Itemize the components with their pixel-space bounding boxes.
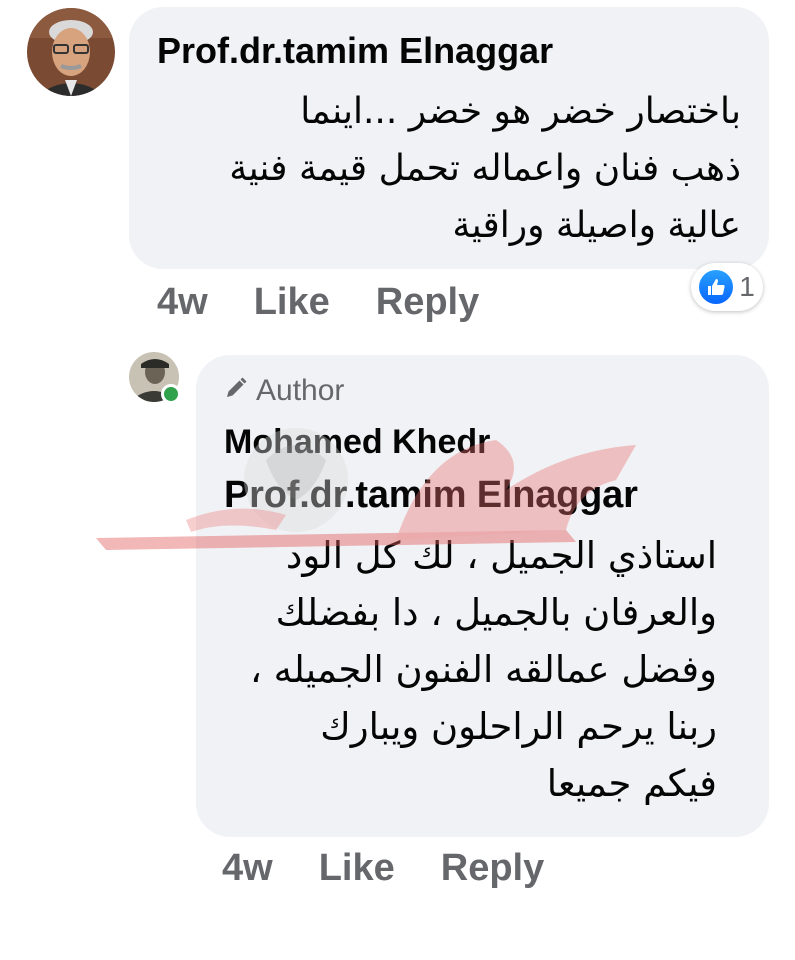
reply-actions: 4w Like Reply	[222, 846, 544, 890]
reply-button[interactable]: Reply	[441, 846, 544, 890]
like-button[interactable]: Like	[254, 280, 330, 324]
avatar[interactable]	[27, 8, 115, 96]
reply-bubble: Author Mohamed Khedr Prof.dr.tamim Elnag…	[196, 355, 769, 837]
avatar[interactable]	[129, 352, 181, 404]
reply-button[interactable]: Reply	[376, 280, 479, 324]
reply-text-line: استاذي الجميل ، لك كل الود	[285, 534, 717, 577]
comment-text-line: باختصار خضر هو خضر ...اينما	[300, 91, 741, 132]
reply-text-line: ربنا يرحم الراحلون ويبارك	[320, 705, 717, 748]
reaction-count: 1	[739, 271, 755, 302]
reply-text-line: وفضل عمالقه الفنون الجميله ،	[249, 648, 717, 691]
comment-author-name[interactable]: Prof.dr.tamim Elnaggar	[157, 29, 741, 73]
online-status-indicator	[161, 384, 181, 404]
comment-bubble: Prof.dr.tamim Elnaggar باختصار خضر هو خض…	[129, 7, 769, 269]
reply-text-line: فيكم جميعا	[546, 762, 717, 805]
reply-author-name[interactable]: Mohamed Khedr	[224, 419, 741, 465]
reply-text: استاذي الجميل ، لك كل الود والعرفان بالج…	[224, 527, 741, 812]
comment-text-line: عالية واصيلة وراقية	[452, 205, 741, 246]
mention-link[interactable]: Prof.dr.tamim Elnaggar	[224, 471, 741, 519]
comment-timestamp[interactable]: 4w	[157, 280, 208, 324]
comment-text: باختصار خضر هو خضر ...اينما ذهب فنان واع…	[157, 83, 741, 254]
comment-actions: 4w Like Reply	[157, 280, 479, 324]
reply-text-line: والعرفان بالجميل ، دا بفضلك	[275, 591, 717, 634]
comment-text-line: ذهب فنان واعماله تحمل قيمة فنية	[229, 148, 741, 189]
reply-timestamp[interactable]: 4w	[222, 846, 273, 890]
reaction-count-badge[interactable]: 1	[691, 263, 763, 311]
author-badge-label: Author	[256, 374, 345, 407]
pencil-icon	[224, 373, 248, 409]
like-button[interactable]: Like	[319, 846, 395, 890]
like-thumb-icon	[699, 270, 734, 304]
author-badge: Author	[224, 373, 741, 409]
